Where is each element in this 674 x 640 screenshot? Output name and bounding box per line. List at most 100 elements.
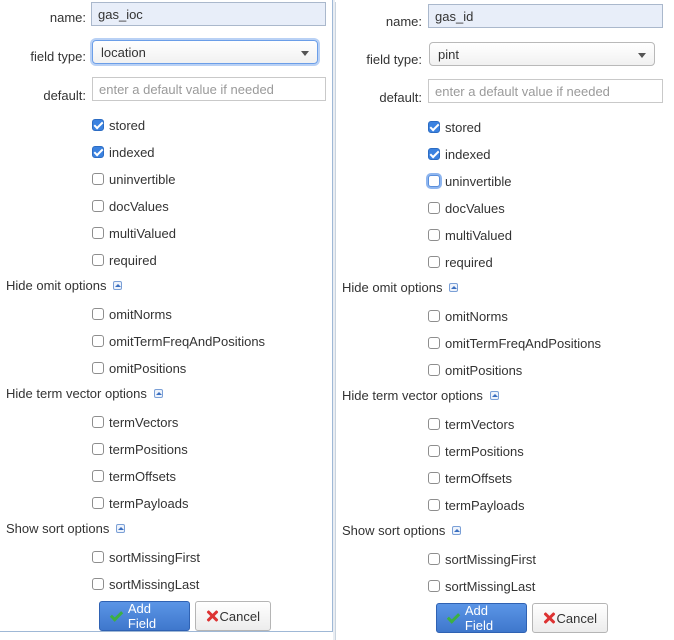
checkbox-unchecked-icon[interactable] [428, 445, 440, 457]
field-type-label: field type: [30, 49, 86, 64]
checkbox-label: omitNorms [109, 306, 172, 322]
collapse-arrow-icon[interactable] [489, 391, 499, 400]
checkbox-unchecked-icon[interactable] [92, 578, 104, 590]
checkbox-label: stored [445, 119, 482, 135]
checkbox-sortmissinglast[interactable]: sortMissingLast [428, 577, 535, 595]
checkbox-unchecked-icon[interactable] [428, 499, 440, 511]
section-title: Show sort options [6, 521, 110, 536]
checkbox-label: termPositions [109, 441, 188, 457]
checkbox-unchecked-icon[interactable] [428, 229, 440, 241]
checkbox-sortmissingfirst[interactable]: sortMissingFirst [92, 548, 200, 566]
add-field-button[interactable]: Add Field [436, 603, 527, 633]
collapse-arrow-icon[interactable] [449, 283, 459, 292]
section-title: Show sort options [342, 523, 446, 538]
checkbox-uninvertible[interactable]: uninvertible [428, 172, 512, 190]
checkbox-termvectors[interactable]: termVectors [92, 413, 178, 431]
checkbox-checked-icon[interactable] [428, 121, 440, 133]
checkbox-unchecked-icon[interactable] [92, 362, 104, 374]
sort-options-toggle[interactable]: Show sort options [6, 521, 126, 536]
checkbox-unchecked-icon[interactable] [92, 443, 104, 455]
checkbox-omitnorms[interactable]: omitNorms [428, 307, 508, 325]
section-title: Hide term vector options [6, 386, 147, 401]
checkbox-termoffsets[interactable]: termOffsets [428, 469, 512, 487]
default-label: default: [43, 88, 86, 103]
checkbox-stored[interactable]: stored [92, 116, 145, 134]
checkbox-termpositions[interactable]: termPositions [428, 442, 524, 460]
checkbox-omitpositions[interactable]: omitPositions [428, 361, 522, 379]
collapse-arrow-icon[interactable] [113, 281, 123, 290]
sort-options-toggle[interactable]: Show sort options [342, 523, 462, 538]
checkbox-unchecked-icon[interactable] [428, 364, 440, 376]
checkbox-docvalues[interactable]: docValues [92, 197, 169, 215]
checkbox-unchecked-icon[interactable] [92, 200, 104, 212]
collapse-arrow-icon[interactable] [452, 526, 462, 535]
checkbox-unchecked-icon[interactable] [92, 551, 104, 563]
checkbox-sortmissinglast[interactable]: sortMissingLast [92, 575, 199, 593]
checkbox-unchecked-icon[interactable] [428, 553, 440, 565]
checkbox-omitpositions[interactable]: omitPositions [92, 359, 186, 377]
checkbox-required[interactable]: required [92, 251, 157, 269]
checkbox-checked-icon[interactable] [92, 146, 104, 158]
add-field-panel-left: name: gas_ioc field type: location defau… [0, 0, 333, 632]
checkbox-unchecked-icon[interactable] [428, 418, 440, 430]
name-field[interactable]: gas_id [428, 4, 663, 28]
cancel-button[interactable]: Cancel [532, 603, 608, 633]
checkbox-unchecked-icon[interactable] [428, 310, 440, 322]
checkbox-termvectors[interactable]: termVectors [428, 415, 514, 433]
term-vector-options-toggle[interactable]: Hide term vector options [342, 388, 499, 403]
checkbox-omittermfreqandpositions[interactable]: omitTermFreqAndPositions [428, 334, 601, 352]
collapse-arrow-icon[interactable] [116, 524, 126, 533]
field-type-select[interactable]: pint [429, 42, 655, 66]
default-field[interactable]: enter a default value if needed [92, 77, 326, 101]
checkbox-termpayloads[interactable]: termPayloads [92, 494, 188, 512]
cancel-button[interactable]: Cancel [195, 601, 271, 631]
checkbox-stored[interactable]: stored [428, 118, 481, 136]
checkbox-unchecked-icon[interactable] [428, 256, 440, 268]
checkbox-unchecked-icon[interactable] [92, 470, 104, 482]
checkbox-required[interactable]: required [428, 253, 493, 271]
checkbox-termpositions[interactable]: termPositions [92, 440, 188, 458]
collapse-arrow-icon[interactable] [153, 389, 163, 398]
cancel-label: Cancel [556, 610, 597, 626]
checkbox-label: omitTermFreqAndPositions [445, 335, 602, 351]
checkbox-sortmissingfirst[interactable]: sortMissingFirst [428, 550, 536, 568]
checkbox-uninvertible[interactable]: uninvertible [92, 170, 176, 188]
checkbox-label: indexed [445, 146, 491, 162]
checkbox-checked-icon[interactable] [92, 119, 104, 131]
add-field-button[interactable]: Add Field [99, 601, 190, 631]
term-vector-options-toggle[interactable]: Hide term vector options [6, 386, 163, 401]
checkbox-multivalued[interactable]: multiValued [428, 226, 512, 244]
checkbox-unchecked-icon[interactable] [92, 173, 104, 185]
checkbox-multivalued[interactable]: multiValued [92, 224, 176, 242]
omit-options-toggle[interactable]: Hide omit options [342, 280, 459, 295]
checkbox-label: uninvertible [109, 171, 176, 187]
checkbox-unchecked-icon[interactable] [428, 175, 440, 187]
checkbox-unchecked-icon[interactable] [92, 497, 104, 509]
x-icon [204, 608, 215, 624]
checkbox-unchecked-icon[interactable] [428, 472, 440, 484]
checkbox-docvalues[interactable]: docValues [428, 199, 505, 217]
checkbox-unchecked-icon[interactable] [92, 254, 104, 266]
section-title: Hide term vector options [342, 388, 483, 403]
checkbox-label: omitPositions [445, 362, 523, 378]
checkbox-unchecked-icon[interactable] [92, 335, 104, 347]
checkbox-unchecked-icon[interactable] [428, 202, 440, 214]
chevron-down-icon [638, 53, 646, 58]
checkbox-unchecked-icon[interactable] [92, 227, 104, 239]
checkbox-termoffsets[interactable]: termOffsets [92, 467, 176, 485]
checkbox-indexed[interactable]: indexed [92, 143, 155, 161]
checkbox-unchecked-icon[interactable] [428, 337, 440, 349]
name-field[interactable]: gas_ioc [91, 2, 326, 26]
checkbox-checked-icon[interactable] [428, 148, 440, 160]
default-field[interactable]: enter a default value if needed [428, 79, 663, 103]
checkbox-termpayloads[interactable]: termPayloads [428, 496, 524, 514]
omit-options-toggle[interactable]: Hide omit options [6, 278, 123, 293]
checkbox-omitnorms[interactable]: omitNorms [92, 305, 172, 323]
checkbox-label: sortMissingLast [109, 576, 200, 592]
checkbox-omittermfreqandpositions[interactable]: omitTermFreqAndPositions [92, 332, 265, 350]
checkbox-indexed[interactable]: indexed [428, 145, 491, 163]
checkbox-unchecked-icon[interactable] [92, 416, 104, 428]
checkbox-unchecked-icon[interactable] [92, 308, 104, 320]
field-type-select[interactable]: location [92, 40, 318, 64]
checkbox-unchecked-icon[interactable] [428, 580, 440, 592]
